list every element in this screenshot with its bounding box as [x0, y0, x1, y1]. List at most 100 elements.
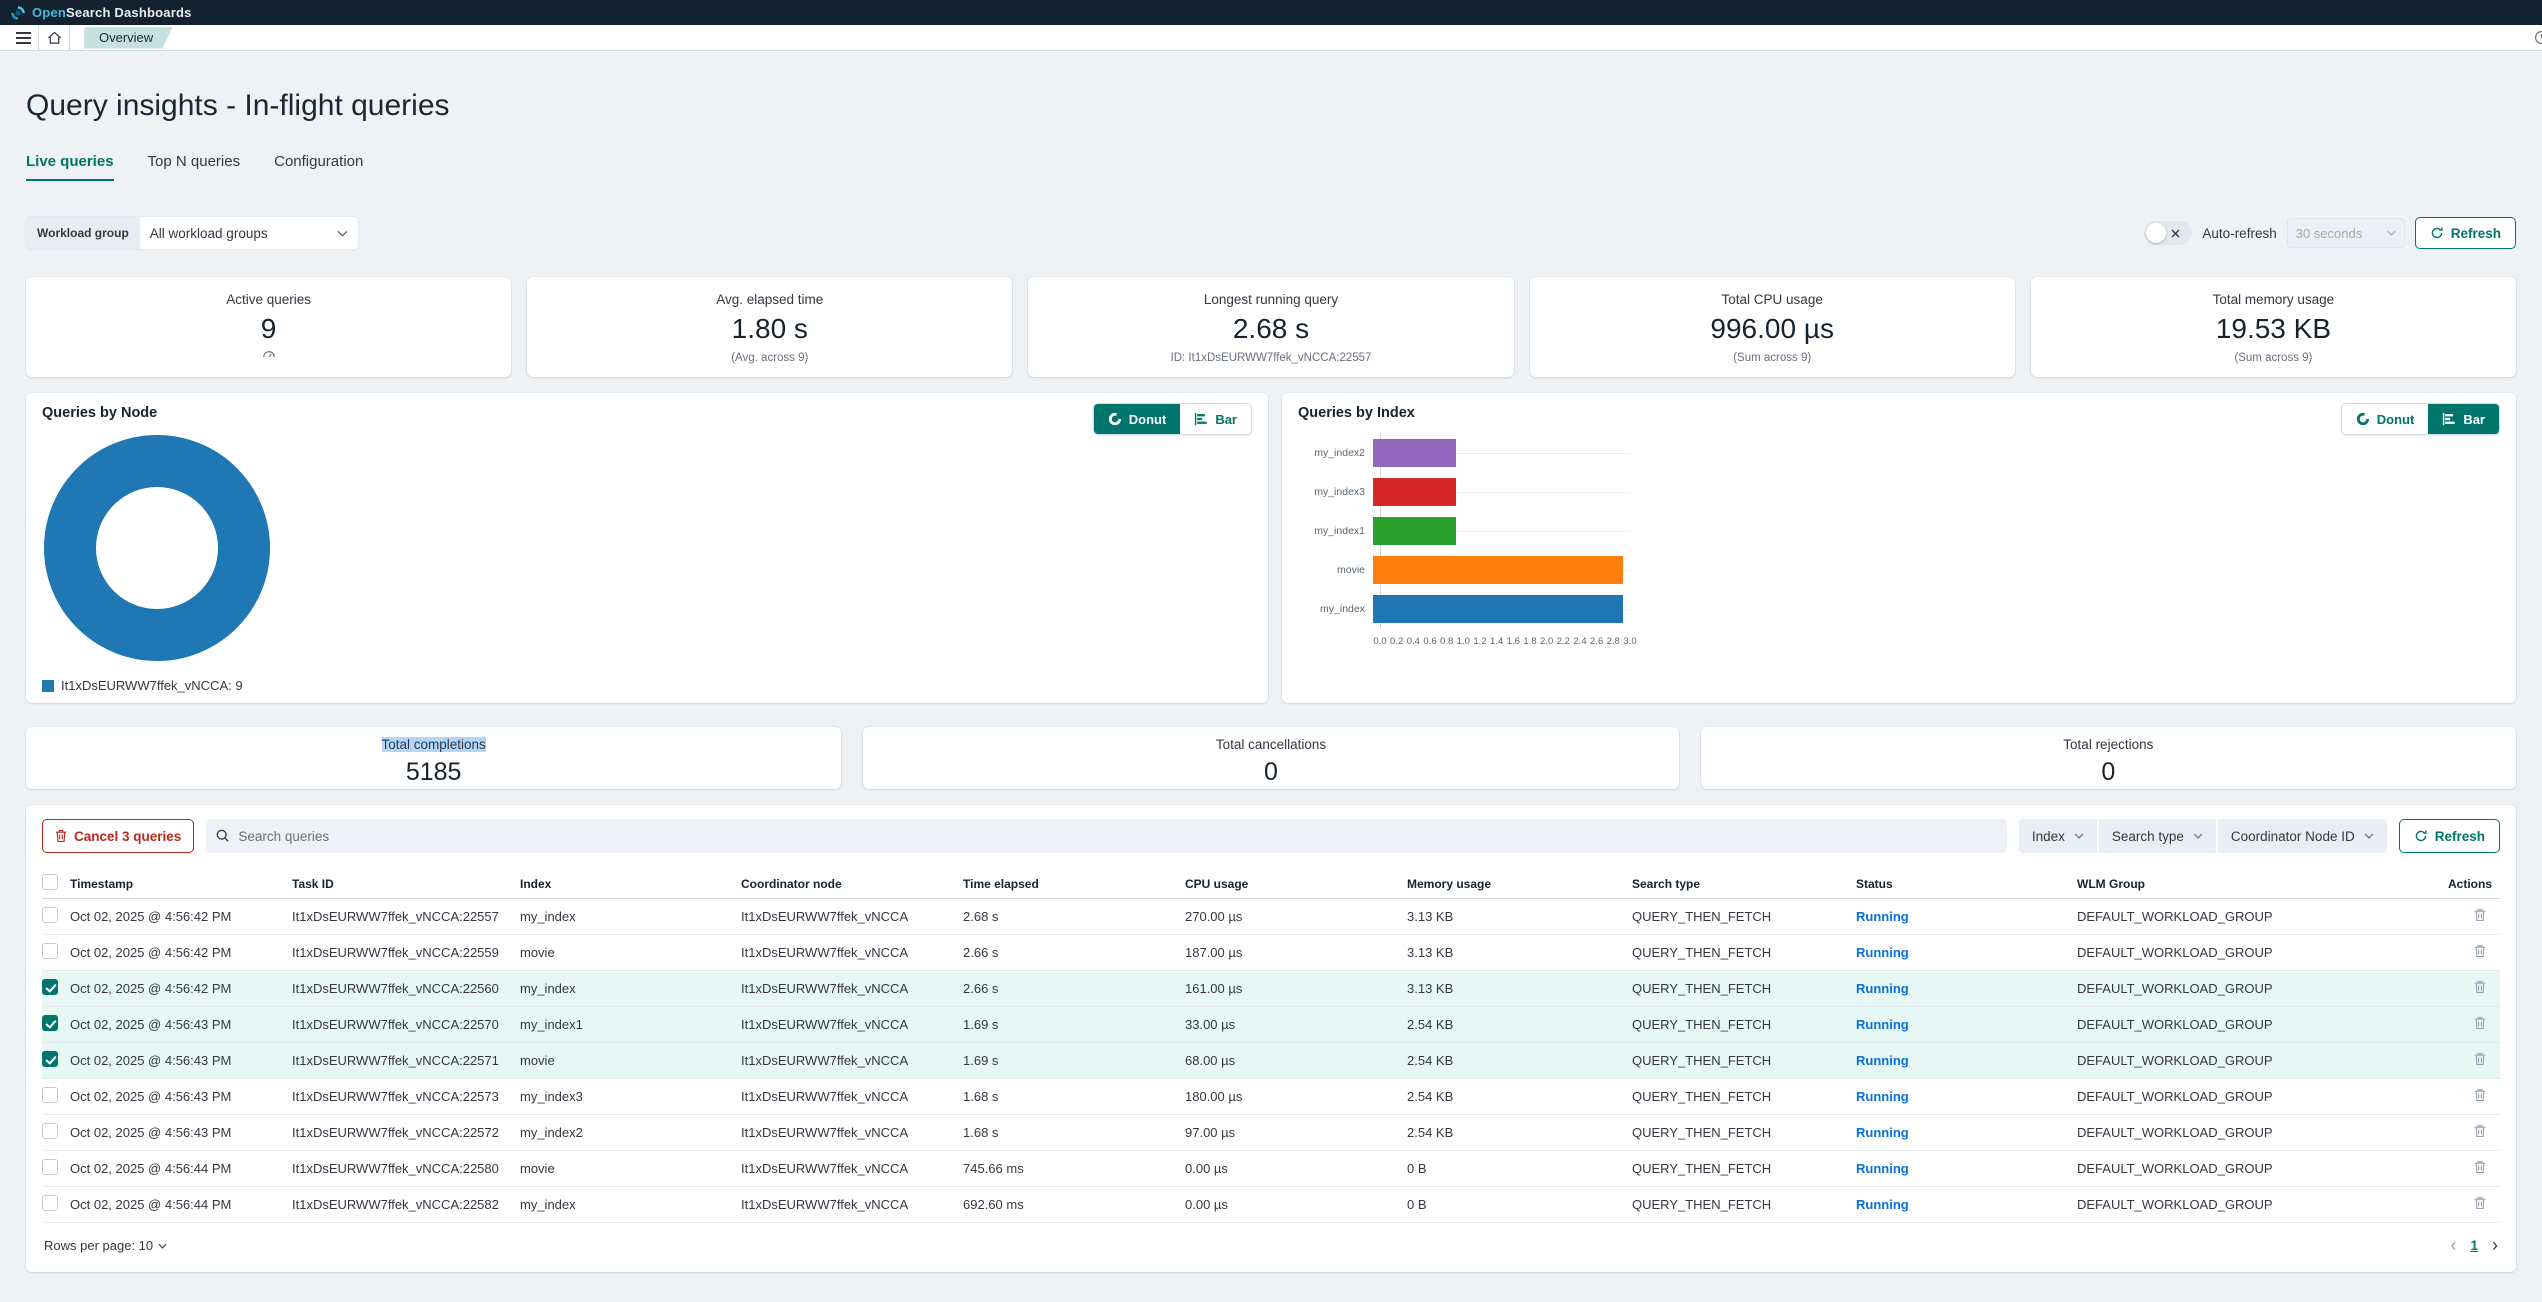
chevron-down-icon — [158, 1243, 167, 1249]
cell-task-id: It1xDsEURWW7ffek_vNCCA:22559 — [292, 945, 520, 960]
row-checkbox[interactable] — [42, 1195, 58, 1211]
auto-refresh-interval-select[interactable]: 30 seconds — [2287, 218, 2405, 248]
filter-search-type[interactable]: Search type — [2099, 819, 2216, 853]
table-row: Oct 02, 2025 @ 4:56:43 PMIt1xDsEURWW7ffe… — [42, 1115, 2500, 1151]
row-trash-icon[interactable] — [2474, 1196, 2486, 1210]
cell-memory-usage: 2.54 KB — [1407, 1125, 1632, 1140]
bar-category-label: my_index2 — [1302, 447, 1373, 459]
cell-wlm-group: DEFAULT_WORKLOAD_GROUP — [2077, 909, 2444, 924]
cell-cpu-usage: 180.00 µs — [1185, 1089, 1407, 1104]
bar-category-label: my_index — [1302, 603, 1373, 615]
row-trash-icon[interactable] — [2474, 1088, 2486, 1102]
rows-per-page-select[interactable]: Rows per page: 10 — [44, 1238, 167, 1253]
recent-items-icon[interactable] — [2534, 30, 2542, 45]
row-trash-icon[interactable] — [2474, 980, 2486, 994]
row-trash-icon[interactable] — [2474, 944, 2486, 958]
tab-top-n-queries[interactable]: Top N queries — [148, 153, 241, 181]
bar-segment — [1373, 478, 1456, 506]
cell-cpu-usage: 68.00 µs — [1185, 1053, 1407, 1068]
auto-refresh-toggle[interactable] — [2144, 221, 2192, 245]
menu-button[interactable] — [8, 25, 38, 50]
cell-task-id: It1xDsEURWW7ffek_vNCCA:22571 — [292, 1053, 520, 1068]
tab-live-queries[interactable]: Live queries — [26, 153, 114, 181]
cell-task-id: It1xDsEURWW7ffek_vNCCA:22572 — [292, 1125, 520, 1140]
cell-timestamp: Oct 02, 2025 @ 4:56:44 PM — [70, 1197, 292, 1212]
next-page-icon[interactable]: › — [2492, 1235, 2498, 1256]
charts-row: Queries by Node Donut Bar It1xDsEURWW7ff… — [26, 393, 2516, 703]
auto-refresh-label: Auto-refresh — [2202, 226, 2276, 241]
cell-search-type: QUERY_THEN_FETCH — [1632, 1161, 1856, 1176]
table-row: Oct 02, 2025 @ 4:56:43 PMIt1xDsEURWW7ffe… — [42, 1043, 2500, 1079]
prev-page-icon[interactable]: ‹ — [2450, 1235, 2456, 1256]
gauge-icon — [262, 348, 276, 358]
row-trash-icon[interactable] — [2474, 1124, 2486, 1138]
queries-by-node-donut — [44, 435, 270, 661]
total-cancellations-label: Total cancellations — [1216, 737, 1326, 752]
cell-time-elapsed: 2.66 s — [963, 981, 1185, 996]
bar-chart-icon — [1194, 412, 1208, 426]
row-checkbox[interactable] — [42, 979, 58, 995]
col-search-type: Search type — [1632, 877, 1856, 891]
bar-chart-rows: my_index2my_index3my_index1moviemy_index — [1380, 433, 1720, 628]
toggle-off-x-icon — [2171, 229, 2180, 238]
page-1-button[interactable]: 1 — [2470, 1238, 2478, 1253]
row-checkbox[interactable] — [42, 1015, 58, 1031]
cell-timestamp: Oct 02, 2025 @ 4:56:42 PM — [70, 909, 292, 924]
node-bar-toggle[interactable]: Bar — [1180, 404, 1251, 434]
chevron-down-icon — [2074, 833, 2084, 839]
row-checkbox[interactable] — [42, 1087, 58, 1103]
index-donut-toggle[interactable]: Donut — [2342, 404, 2429, 434]
tab-bar: Live queries Top N queries Configuration — [26, 153, 2542, 181]
row-trash-icon[interactable] — [2474, 1052, 2486, 1066]
page-title: Query insights - In-flight queries — [26, 89, 2542, 123]
row-checkbox[interactable] — [42, 1159, 58, 1175]
workload-group-select[interactable]: All workload groups — [140, 217, 358, 249]
cell-coordinator-node: It1xDsEURWW7ffek_vNCCA — [741, 1125, 963, 1140]
cell-time-elapsed: 1.69 s — [963, 1053, 1185, 1068]
cell-status: Running — [1856, 981, 2077, 996]
cell-task-id: It1xDsEURWW7ffek_vNCCA:22570 — [292, 1017, 520, 1032]
row-checkbox[interactable] — [42, 943, 58, 959]
home-button[interactable] — [39, 25, 69, 50]
queries-by-index-title: Queries by Index — [1298, 405, 2500, 421]
workload-group-label: Workload group — [26, 217, 140, 249]
row-checkbox[interactable] — [42, 1051, 58, 1067]
row-checkbox[interactable] — [42, 1123, 58, 1139]
search-queries-input[interactable] — [238, 829, 1997, 844]
node-donut-toggle[interactable]: Donut — [1094, 404, 1181, 434]
cell-time-elapsed: 1.68 s — [963, 1089, 1185, 1104]
cell-timestamp: Oct 02, 2025 @ 4:56:42 PM — [70, 945, 292, 960]
row-trash-icon[interactable] — [2474, 908, 2486, 922]
filter-index[interactable]: Index — [2019, 819, 2097, 853]
col-status: Status — [1856, 877, 2077, 891]
breadcrumb-bar: Overview — [0, 25, 2542, 51]
filter-coordinator-node-id[interactable]: Coordinator Node ID — [2218, 819, 2387, 853]
cell-task-id: It1xDsEURWW7ffek_vNCCA:22580 — [292, 1161, 520, 1176]
cell-task-id: It1xDsEURWW7ffek_vNCCA:22582 — [292, 1197, 520, 1212]
bar-row: my_index — [1302, 589, 1720, 628]
col-actions: Actions — [2444, 877, 2500, 891]
cell-wlm-group: DEFAULT_WORKLOAD_GROUP — [2077, 945, 2444, 960]
cell-index: my_index3 — [520, 1089, 741, 1104]
table-filters: Index Search type Coordinator Node ID — [2019, 819, 2387, 853]
breadcrumb-overview[interactable]: Overview — [84, 27, 173, 49]
cell-index: my_index1 — [520, 1017, 741, 1032]
home-icon — [47, 31, 62, 45]
cancel-queries-button[interactable]: Cancel 3 queries — [42, 819, 194, 853]
row-trash-icon[interactable] — [2474, 1160, 2486, 1174]
table-refresh-button[interactable]: Refresh — [2399, 819, 2500, 853]
refresh-button[interactable]: Refresh — [2415, 217, 2516, 249]
stats-row: Active queries 9 Avg. elapsed time 1.80 … — [26, 277, 2516, 377]
bar-track — [1373, 595, 1623, 623]
index-bar-toggle[interactable]: Bar — [2428, 404, 2499, 434]
bar-category-label: movie — [1302, 564, 1373, 576]
cell-wlm-group: DEFAULT_WORKLOAD_GROUP — [2077, 1017, 2444, 1032]
row-checkbox[interactable] — [42, 907, 58, 923]
tab-configuration[interactable]: Configuration — [274, 153, 363, 181]
cell-memory-usage: 3.13 KB — [1407, 981, 1632, 996]
row-trash-icon[interactable] — [2474, 1016, 2486, 1030]
col-time-elapsed: Time elapsed — [963, 877, 1185, 891]
legend-label: It1xDsEURWW7ffek_vNCCA: 9 — [61, 678, 243, 693]
table-row: Oct 02, 2025 @ 4:56:42 PMIt1xDsEURWW7ffe… — [42, 935, 2500, 971]
select-all-checkbox[interactable] — [42, 874, 58, 890]
